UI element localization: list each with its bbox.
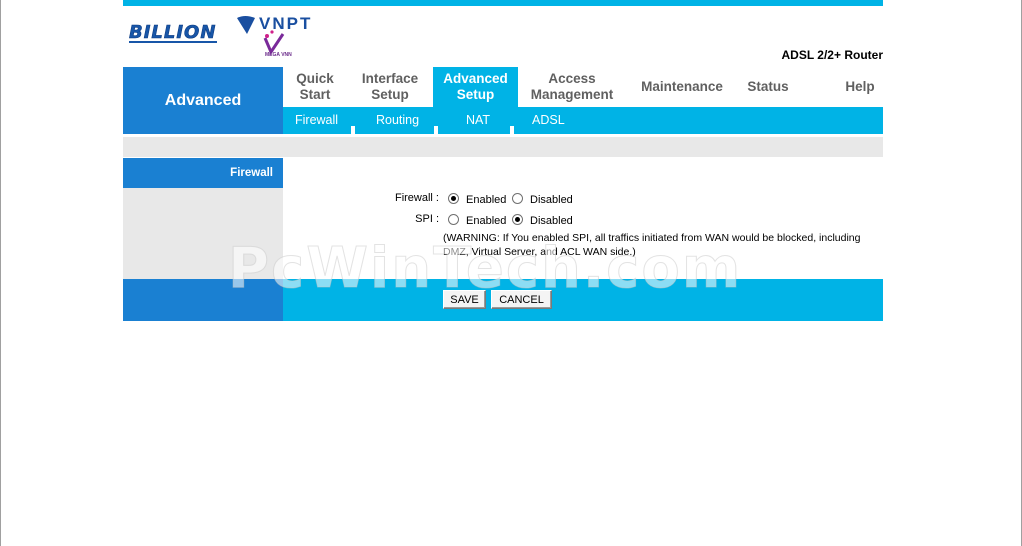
firewall-enabled-label: Enabled: [466, 194, 507, 206]
submenu-separator: [434, 126, 438, 134]
product-name: ADSL 2/2+ Router: [781, 48, 883, 62]
firewall-label: Firewall :: [394, 192, 439, 204]
cancel-button[interactable]: CANCEL: [491, 290, 552, 309]
main-nav: Advanced Quick Start Interface Setup Advan…: [123, 67, 883, 134]
menu-advanced-setup[interactable]: Advanced Setup: [433, 67, 518, 107]
menu-access-management[interactable]: Access Management: [518, 67, 626, 107]
save-button[interactable]: SAVE: [443, 290, 486, 309]
submenu-separator: [510, 126, 514, 134]
menu-status[interactable]: Status: [738, 67, 798, 107]
submenu-routing[interactable]: Routing: [376, 107, 419, 134]
window-left-border: [0, 0, 1, 546]
firewall-enabled-radio[interactable]: [448, 193, 459, 204]
spi-label: SPI :: [415, 213, 439, 225]
header: BILLION VNPT MEGA VNN ADSL 2/2+ Router: [123, 6, 883, 67]
section-title: Advanced: [123, 67, 283, 134]
spi-disabled-label: Disabled: [530, 215, 573, 227]
spi-disabled-radio[interactable]: [512, 214, 523, 225]
submenu-separator: [351, 126, 355, 134]
menu-help[interactable]: Help: [828, 67, 892, 107]
spi-enabled-label: Enabled: [466, 215, 507, 227]
spi-warning-text: (WARNING: If You enabled SPI, all traffi…: [443, 232, 861, 258]
firewall-form: Firewall : Enabled Disabled SPI : Enable…: [283, 158, 883, 279]
firewall-disabled-label: Disabled: [530, 194, 573, 206]
sub-menu: Firewall Routing NAT ADSL: [283, 107, 883, 134]
submenu-adsl[interactable]: ADSL: [532, 107, 565, 134]
billion-logo: BILLION: [129, 22, 217, 43]
menu-quick-start[interactable]: Quick Start: [283, 67, 347, 107]
divider-bar: [123, 137, 883, 157]
action-bar: SAVE CANCEL: [283, 279, 883, 321]
menu-interface-setup[interactable]: Interface Setup: [347, 67, 433, 107]
sidebar-panel: [123, 188, 283, 279]
sidebar-heading: Firewall: [123, 158, 283, 188]
top-menu: Quick Start Interface Setup Advanced Setup …: [283, 67, 883, 107]
submenu-firewall[interactable]: Firewall: [295, 107, 338, 134]
firewall-disabled-radio[interactable]: [512, 193, 523, 204]
spi-enabled-radio[interactable]: [448, 214, 459, 225]
menu-maintenance[interactable]: Maintenance: [626, 67, 738, 107]
vnpt-logo: VNPT MEGA VNN: [235, 12, 325, 60]
submenu-nat[interactable]: NAT: [466, 107, 490, 134]
sidebar-footer: [123, 279, 283, 321]
sidebar: Firewall: [123, 158, 283, 321]
